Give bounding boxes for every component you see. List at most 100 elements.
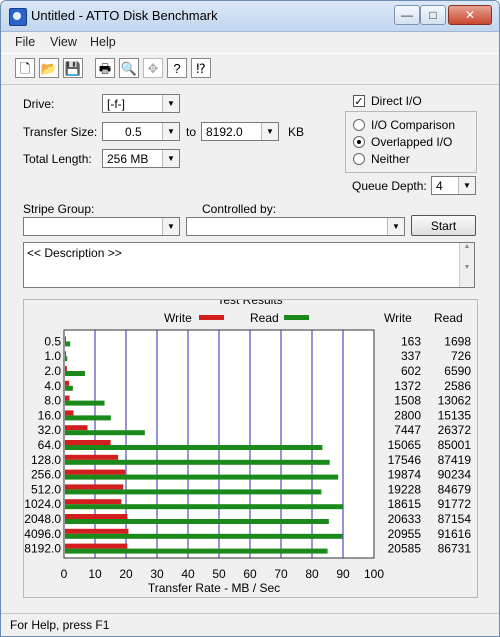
print-preview-icon[interactable]: 🔍 — [119, 58, 139, 78]
direct-io-checkbox[interactable]: ✓ — [353, 95, 365, 108]
read-value: 87154 — [438, 512, 472, 526]
read-value: 86731 — [438, 542, 472, 556]
category-label: 4096.0 — [24, 527, 61, 541]
read-bar — [65, 459, 330, 465]
window-title: Untitled - ATTO Disk Benchmark — [31, 8, 218, 23]
category-label: 64.0 — [38, 438, 62, 452]
chevron-down-icon: ▼ — [162, 95, 179, 112]
write-value: 602 — [401, 364, 421, 378]
read-value: 85001 — [438, 438, 472, 452]
read-bar — [65, 533, 343, 539]
x-tick-label: 80 — [305, 567, 319, 581]
read-bar — [65, 356, 68, 362]
controlled-by-select[interactable]: ▼ — [186, 217, 405, 236]
x-tick-label: 50 — [212, 567, 226, 581]
x-tick-label: 10 — [88, 567, 102, 581]
description-text: << Description >> — [27, 246, 122, 260]
maximize-button[interactable]: □ — [420, 5, 446, 25]
drive-select[interactable]: [-f-] ▼ — [102, 94, 180, 113]
read-value: 87419 — [438, 453, 472, 467]
menu-view[interactable]: View — [50, 35, 77, 49]
new-file-icon[interactable]: 🗋 — [15, 58, 35, 78]
queue-depth-select[interactable]: 4 ▼ — [431, 176, 476, 195]
write-value: 20955 — [388, 527, 422, 541]
io-comparison-radio[interactable] — [353, 119, 365, 131]
write-value: 337 — [401, 349, 421, 363]
overlapped-io-radio[interactable] — [353, 136, 365, 148]
write-value: 15065 — [388, 438, 422, 452]
open-folder-icon[interactable]: 📂 — [39, 58, 59, 78]
write-bar — [65, 380, 70, 386]
category-label: 8192.0 — [24, 542, 61, 556]
read-bar — [65, 371, 85, 376]
chevron-down-icon: ▼ — [162, 218, 179, 235]
chevron-down-icon: ▼ — [162, 123, 179, 140]
x-tick-label: 60 — [243, 567, 257, 581]
write-value: 7447 — [394, 423, 421, 437]
menu-file[interactable]: File — [15, 35, 35, 49]
transfer-size-from-select[interactable]: 0.5 ▼ — [102, 122, 180, 141]
write-bar — [65, 454, 119, 460]
category-label: 8.0 — [44, 394, 61, 408]
write-value: 163 — [401, 334, 421, 348]
neither-radio[interactable] — [353, 153, 365, 165]
x-tick-label: 70 — [274, 567, 288, 581]
category-label: 1024.0 — [24, 497, 61, 511]
move-icon[interactable]: ✥ — [143, 58, 163, 78]
save-icon[interactable]: 💾 — [63, 58, 83, 78]
help-icon[interactable]: ? — [167, 58, 187, 78]
category-label: 32.0 — [38, 423, 62, 437]
write-bar — [65, 395, 70, 401]
total-length-label: Total Length: — [23, 152, 92, 166]
description-box[interactable]: << Description >> ▲ ▼ — [23, 242, 475, 288]
stripe-group-label: Stripe Group: — [23, 202, 95, 216]
stripe-group-select[interactable]: ▼ — [23, 217, 180, 236]
write-value: 20633 — [388, 512, 422, 526]
read-bar — [65, 519, 329, 524]
app-icon — [9, 8, 27, 26]
total-length-select[interactable]: 256 MB ▼ — [102, 149, 180, 168]
read-bar — [65, 341, 71, 347]
minimize-button[interactable]: — — [394, 5, 420, 25]
transfer-size-label: Transfer Size: — [23, 125, 98, 139]
close-button[interactable]: ✕ — [448, 5, 492, 25]
results-title: Test Results — [217, 300, 282, 307]
write-bar — [65, 366, 67, 371]
category-label: 0.5 — [44, 334, 61, 348]
write-value: 18615 — [388, 497, 422, 511]
transfer-size-to-value: 8192.0 — [206, 125, 243, 139]
read-bar — [65, 504, 343, 510]
test-results-chart: Test Results Write Read Write Read 0 10 20 30 40 5… — [24, 293, 472, 595]
write-value: 1372 — [394, 379, 421, 393]
read-bar — [65, 474, 339, 480]
total-length-value: 256 MB — [107, 152, 149, 166]
print-icon[interactable]: 🖶 — [95, 58, 115, 78]
x-axis-label: Transfer Rate - MB / Sec — [148, 581, 280, 595]
write-value: 17546 — [388, 453, 422, 467]
read-bar — [65, 385, 73, 391]
transfer-size-from-value: 0.5 — [125, 125, 142, 139]
chevron-down-icon: ▼ — [261, 123, 278, 140]
read-value: 26372 — [438, 423, 472, 437]
transfer-size-to-select[interactable]: 8192.0 ▼ — [201, 122, 279, 141]
title-bar[interactable]: Untitled - ATTO Disk Benchmark — □ ✕ — [1, 1, 499, 32]
context-help-icon[interactable]: ⁉ — [191, 58, 211, 78]
write-bar — [65, 440, 111, 445]
read-value: 84679 — [438, 482, 472, 496]
write-bar — [65, 528, 129, 534]
drive-value: [-f-] — [107, 97, 125, 111]
menu-help[interactable]: Help — [90, 35, 116, 49]
category-label: 256.0 — [31, 468, 61, 482]
description-scrollbar[interactable]: ▲ ▼ — [459, 243, 474, 287]
legend-write-label: Write — [164, 311, 192, 325]
chevron-down-icon: ▼ — [387, 218, 404, 235]
read-value: 90234 — [438, 468, 472, 482]
read-value: 91772 — [438, 497, 472, 511]
read-value: 15135 — [438, 408, 472, 422]
read-bar — [65, 548, 328, 554]
write-value: 19874 — [388, 468, 422, 482]
app-window: Untitled - ATTO Disk Benchmark — □ ✕ Fil… — [0, 0, 500, 637]
neither-label: Neither — [371, 152, 410, 166]
start-button[interactable]: Start — [411, 215, 476, 236]
read-bar — [65, 400, 105, 406]
